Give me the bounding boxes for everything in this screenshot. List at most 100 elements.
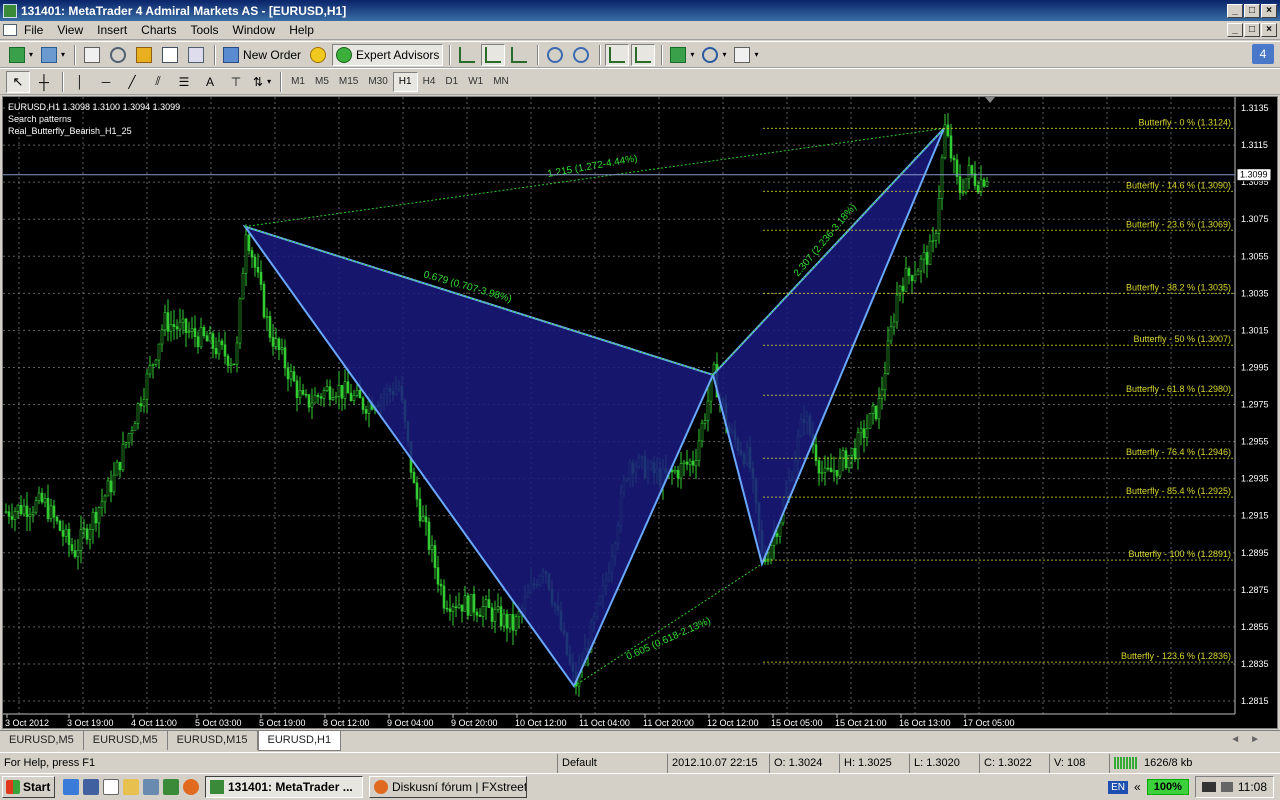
menu-tools[interactable]: Tools [184,23,226,37]
candle-body [694,460,698,466]
candle-body [220,340,224,346]
ie-icon[interactable] [63,779,79,795]
profiles-button[interactable]: ▾ [38,44,68,66]
mdi-close-button[interactable]: × [1261,23,1277,37]
folder-icon[interactable] [123,779,139,795]
menu-file[interactable]: File [17,23,50,37]
cursor-tool-button[interactable]: ↖ [6,70,30,93]
navigator-button[interactable] [132,44,156,66]
candle-body [880,389,884,399]
expert-advisors-button[interactable]: Expert Advisors [332,43,444,66]
data-window-button[interactable] [106,44,130,66]
candle-body [859,428,863,434]
candle-body [283,347,287,369]
candle-body [112,474,116,493]
vertical-line-button[interactable]: │ [68,71,92,93]
candle-body [46,498,50,520]
text-tool-button[interactable]: A [198,71,222,93]
document-icon[interactable] [3,24,17,36]
market-watch-icon [84,46,101,63]
text-icon: A [205,74,214,89]
app-icon [3,3,17,18]
tester-button[interactable] [184,44,208,66]
periods-button[interactable]: ▾ [699,44,729,66]
chart-tab[interactable]: EURUSD,M15 [168,731,258,750]
equidistant-channel-button[interactable]: ⫽ [146,71,170,93]
help-badge[interactable]: 4 [1252,44,1274,64]
indicators-button[interactable]: ▾ [667,44,697,66]
chart-tab[interactable]: EURUSD,M5 [0,731,84,750]
metatrader-icon[interactable] [163,779,179,795]
price-tick-label: 1.3035 [1241,288,1269,298]
candlesticks-button[interactable] [481,43,506,66]
menu-window[interactable]: Window [226,23,283,37]
chart-window[interactable]: 1.3135 1.3115 1.3095 1.3075 1.3055 1.3035 1.30… [2,96,1278,729]
tray-expand-icon[interactable]: « [1134,780,1141,794]
bar-chart-button[interactable] [455,44,479,66]
price-chart[interactable]: 1.31351.31151.30951.30751.30551.30351.30… [3,97,1278,729]
volume-icon[interactable] [1220,782,1233,792]
timeframe-m30[interactable]: M30 [363,72,392,92]
crosshair-tool-button[interactable]: ┼ [32,71,56,93]
chart-shift-button[interactable] [631,43,656,66]
trendline-button[interactable]: ╱ [120,71,144,93]
candle-body [883,373,887,391]
menu-help[interactable]: Help [282,23,321,37]
candle-body [424,516,428,523]
power-icon [1201,782,1216,792]
timeframe-m1[interactable]: M1 [286,72,310,92]
tab-scroll-arrows[interactable]: ◄► [1230,731,1270,749]
metaeditor-button[interactable] [306,44,330,66]
zoom-indicator[interactable]: 100% [1146,779,1189,795]
new-chart-button[interactable]: ▾ [6,44,36,66]
task-firefox[interactable]: Diskusní fórum | FXstreet... [369,776,527,798]
timeframe-w1[interactable]: W1 [463,72,488,92]
templates-button[interactable]: ▾ [731,44,761,66]
candle-body [139,403,143,407]
auto-scroll-button[interactable] [605,43,630,66]
candle-body [271,337,275,347]
network-icon[interactable] [143,779,159,795]
firefox-icon[interactable] [183,779,199,795]
chart-tab-active[interactable]: EURUSD,H1 [257,731,342,751]
menu-insert[interactable]: Insert [90,23,134,37]
start-button[interactable]: Start [2,776,55,798]
timeframe-h4[interactable]: H4 [418,72,441,92]
notepad-icon[interactable] [103,779,119,795]
zoom-in-button[interactable] [543,44,567,66]
candle-body [412,472,416,484]
timeframe-d1[interactable]: D1 [440,72,463,92]
text-label-button[interactable]: ⊤ [224,71,248,93]
task-metatrader[interactable]: 131401: MetaTrader ... [205,776,363,798]
candle-body [847,454,851,469]
candle-body [196,336,200,348]
line-chart-button[interactable] [507,44,531,66]
zoom-out-button[interactable] [569,44,593,66]
price-tick-label: 1.3135 [1241,103,1269,113]
terminal-button[interactable] [158,44,182,66]
candle-body [7,511,11,517]
candle-body [268,316,272,338]
window-title: 131401: MetaTrader 4 Admiral Markets AS … [21,3,347,18]
mdi-restore-button[interactable]: □ [1244,23,1260,37]
mdi-minimize-button[interactable]: _ [1227,23,1243,37]
language-indicator[interactable]: EN [1108,780,1129,794]
menu-charts[interactable]: Charts [134,23,183,37]
close-button[interactable]: × [1261,3,1277,18]
minimize-button[interactable]: _ [1227,3,1243,18]
timeframe-mn[interactable]: MN [488,72,514,92]
menu-view[interactable]: View [50,23,90,37]
timeframe-h1[interactable]: H1 [392,71,418,92]
candle-body [457,604,461,608]
chart-tab[interactable]: EURUSD,M5 [84,731,168,750]
arrows-button[interactable]: ⇅ ▾ [250,71,274,93]
maximize-button[interactable]: □ [1244,3,1260,18]
disk-icon[interactable] [83,779,99,795]
timeframe-m5[interactable]: M5 [310,72,334,92]
market-watch-button[interactable] [80,44,104,66]
timeframe-m15[interactable]: M15 [334,72,363,92]
horizontal-line-button[interactable]: ─ [94,71,118,93]
fibonacci-button[interactable]: ☰ [172,71,196,93]
candle-body [19,504,23,515]
new-order-button[interactable]: New Order [220,44,304,66]
